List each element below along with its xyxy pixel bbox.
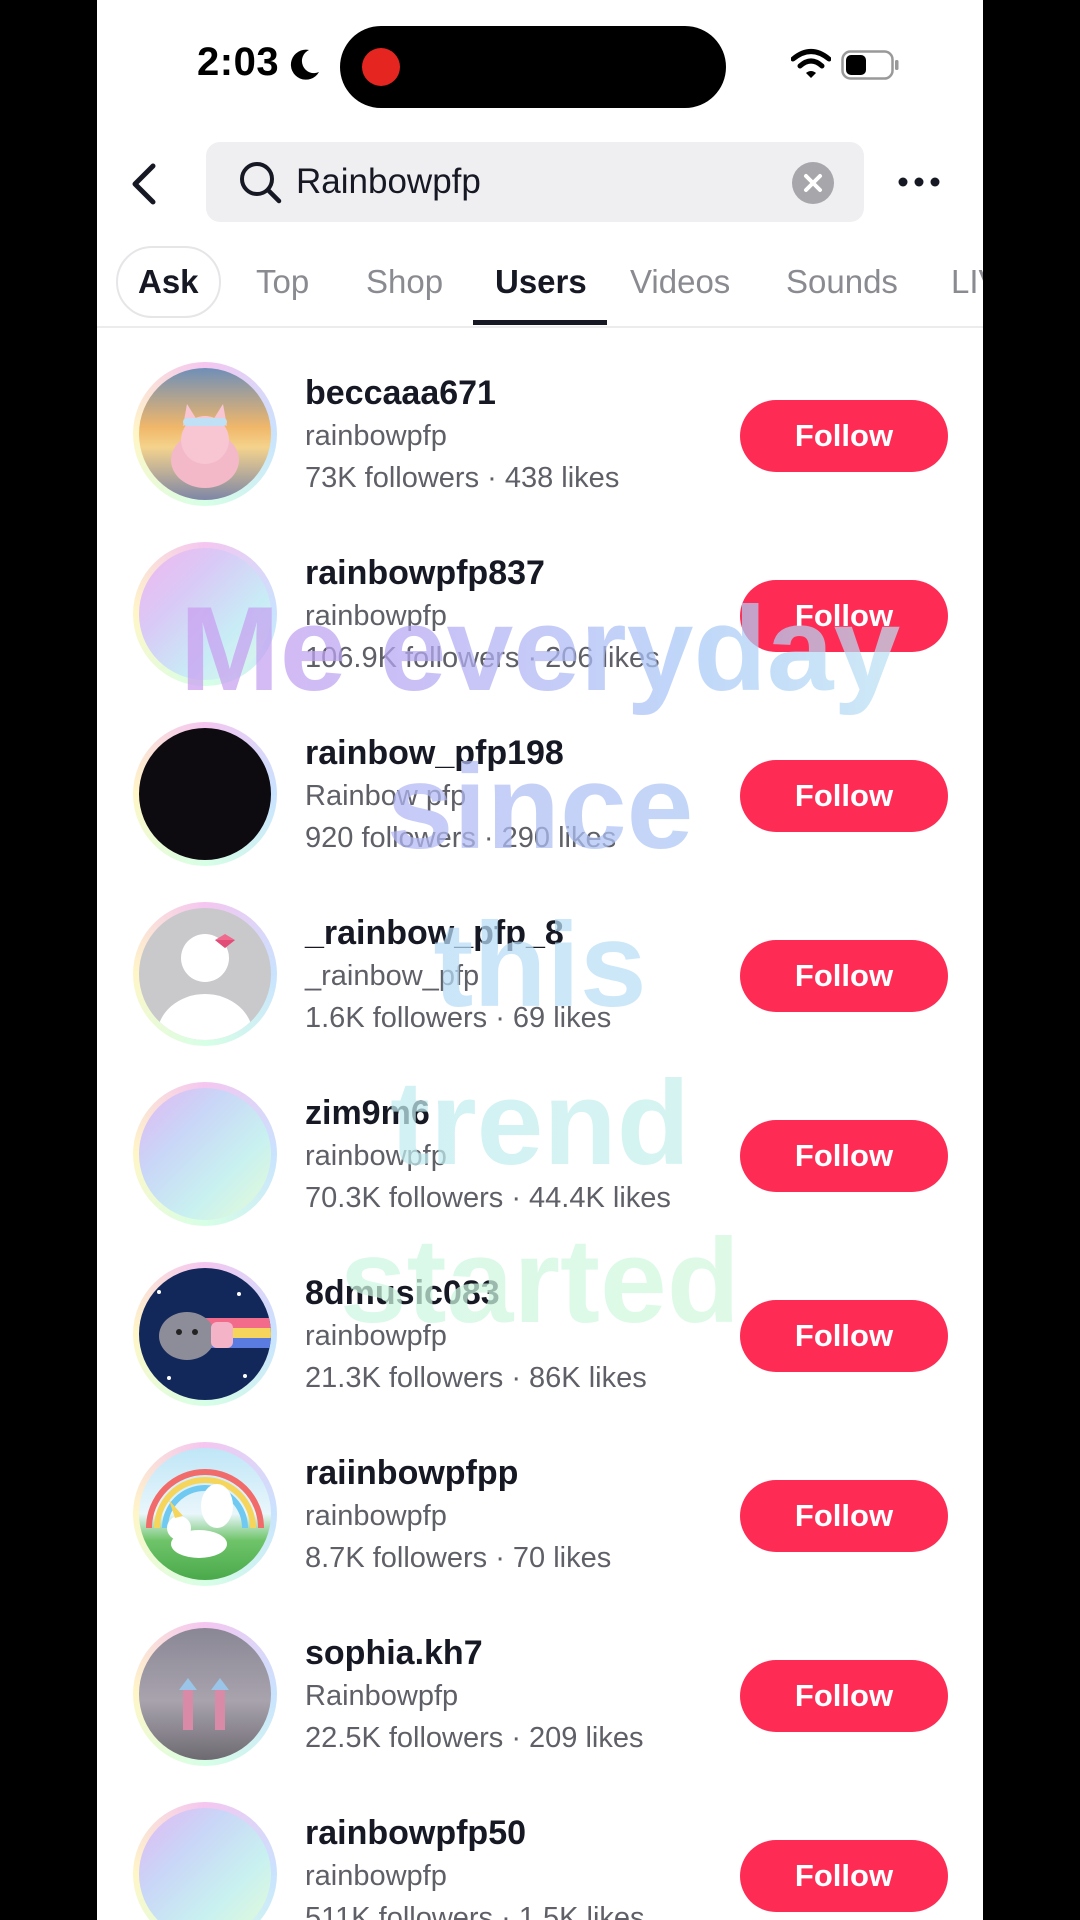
tab-ask[interactable]: Ask [116,246,221,318]
username: sophia.kh7 [305,1634,483,1672]
user-nickname: rainbowpfp [305,1320,447,1352]
follow-button[interactable]: Follow [740,940,948,1012]
avatar[interactable] [133,902,277,1046]
user-row[interactable]: zim9m6 rainbowpfp 70.3K followers · 44.4… [97,1082,983,1262]
follow-button[interactable]: Follow [740,1120,948,1192]
user-stats: 1.6K followers · 69 likes [305,1002,612,1034]
username: 8dmusic083 [305,1274,500,1312]
moon-icon [290,49,319,80]
avatar[interactable] [133,362,277,506]
more-options-icon[interactable] [897,170,941,194]
follow-button[interactable]: Follow [740,1660,948,1732]
status-time: 2:03 [197,40,280,84]
user-nickname: Rainbow pfp [305,780,467,812]
avatar[interactable] [133,1442,277,1586]
follow-button[interactable]: Follow [740,1840,948,1912]
username: _rainbow_pfp_8 [305,914,564,952]
wifi-icon [791,49,831,78]
user-nickname: rainbowpfp [305,1860,447,1892]
user-nickname: rainbowpfp [305,1500,447,1532]
avatar[interactable] [133,1622,277,1766]
username: raiinbowpfpp [305,1454,519,1492]
username: zim9m6 [305,1094,430,1132]
follow-button[interactable]: Follow [740,400,948,472]
user-nickname: rainbowpfp [305,1140,447,1172]
tab-videos[interactable]: Videos [630,242,730,322]
search-input[interactable] [296,142,776,222]
active-tab-indicator [473,320,607,325]
default-avatar-icon [157,934,253,1040]
dynamic-island [340,26,726,108]
user-nickname: rainbowpfp [305,600,447,632]
follow-button[interactable]: Follow [740,1480,948,1552]
user-stats: 8.7K followers · 70 likes [305,1542,612,1574]
user-stats: 511K followers · 1.5K likes [305,1902,645,1920]
user-nickname: Rainbowpfp [305,1680,459,1712]
user-nickname: _rainbow_pfp [305,960,480,992]
battery-icon [841,50,899,80]
back-icon[interactable] [127,162,161,206]
user-nickname: rainbowpfp [305,420,447,452]
user-row[interactable]: _rainbow_pfp_8 _rainbow_pfp 1.6K followe… [97,902,983,1082]
username: rainbow_pfp198 [305,734,564,772]
user-stats: 106.9K followers · 206 likes [305,642,660,674]
avatar[interactable] [133,542,277,686]
user-row[interactable]: sophia.kh7 Rainbowpfp 22.5K followers · … [97,1622,983,1802]
user-stats: 22.5K followers · 209 likes [305,1722,644,1754]
user-row[interactable]: rainbowpfp50 rainbowpfp 511K followers ·… [97,1802,983,1920]
user-row[interactable]: 8dmusic083 rainbowpfp 21.3K followers · … [97,1262,983,1442]
user-row[interactable]: rainbow_pfp198 Rainbow pfp 920 followers… [97,722,983,902]
tab-top[interactable]: Top [256,242,309,322]
recording-dot-icon [362,48,400,86]
tab-sounds[interactable]: Sounds [786,242,898,322]
user-row[interactable]: rainbowpfp837 rainbowpfp 106.9K follower… [97,542,983,722]
user-stats: 920 followers · 290 likes [305,822,617,854]
clear-search-icon[interactable] [792,162,834,204]
search-box[interactable] [206,142,864,222]
avatar[interactable] [133,1082,277,1226]
search-tabs: Ask Top Shop Users Videos Sounds LIV [97,242,983,328]
username: rainbowpfp837 [305,554,545,592]
user-row[interactable]: raiinbowpfpp rainbowpfp 8.7K followers ·… [97,1442,983,1622]
user-stats: 73K followers · 438 likes [305,462,620,494]
follow-button[interactable]: Follow [740,1300,948,1372]
tab-shop[interactable]: Shop [366,242,443,322]
tab-live[interactable]: LIV [951,242,983,322]
username: rainbowpfp50 [305,1814,527,1852]
user-row[interactable]: beccaaa671 rainbowpfp 73K followers · 43… [97,362,983,542]
avatar[interactable] [133,722,277,866]
username: beccaaa671 [305,374,496,412]
tab-users[interactable]: Users [495,242,587,322]
follow-button[interactable]: Follow [740,760,948,832]
avatar[interactable] [133,1262,277,1406]
avatar[interactable] [133,1802,277,1920]
user-stats: 70.3K followers · 44.4K likes [305,1182,671,1214]
screen: 2:03 Ask Top Shop [97,0,983,1920]
search-icon [240,162,282,204]
user-stats: 21.3K followers · 86K likes [305,1362,647,1394]
follow-button[interactable]: Follow [740,580,948,652]
